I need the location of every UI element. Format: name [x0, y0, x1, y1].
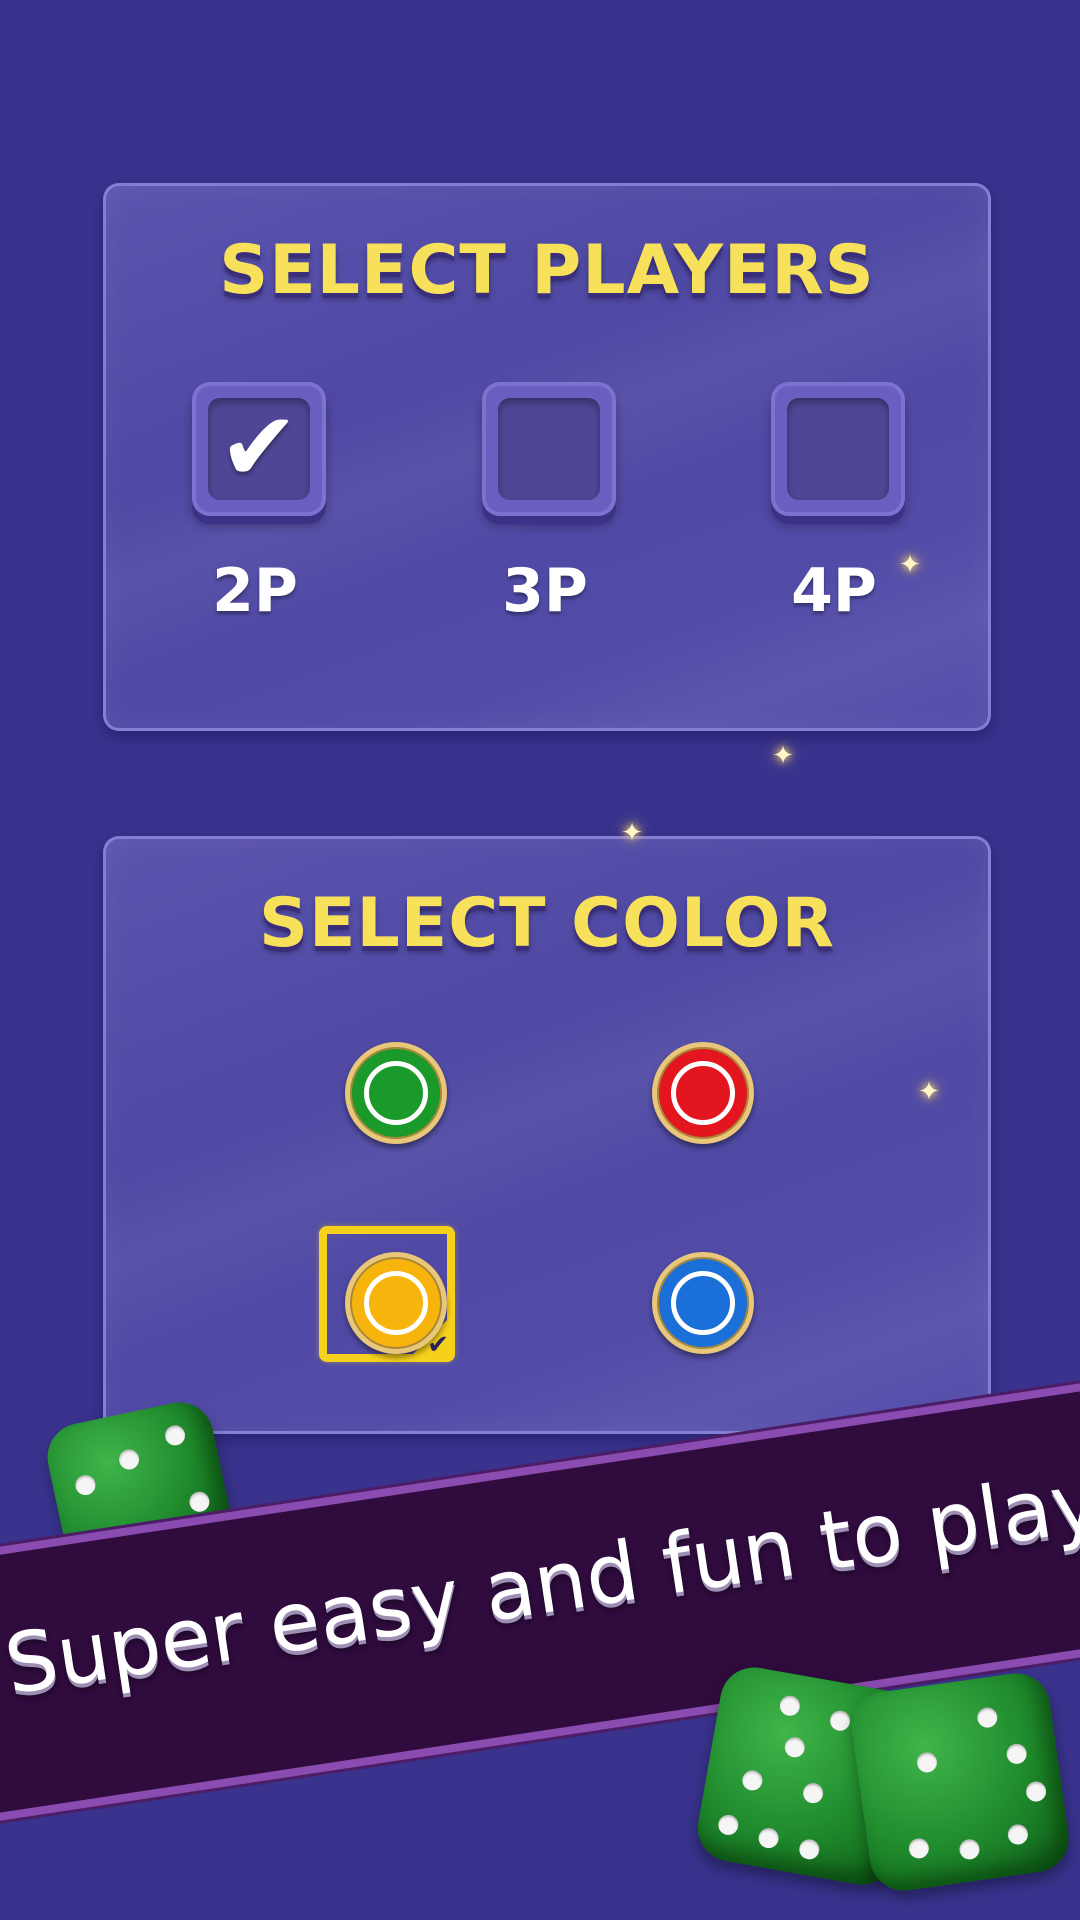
- die-pip: [778, 1694, 802, 1718]
- die-pip: [801, 1781, 825, 1805]
- die-pip: [907, 1837, 931, 1860]
- die-pip: [915, 1751, 939, 1774]
- dice-icon: [847, 1669, 1073, 1895]
- sparkle-icon: ✦: [621, 818, 643, 848]
- checkmark-icon: ✔: [218, 391, 300, 503]
- die-pip: [958, 1838, 981, 1861]
- blue-token-button[interactable]: [652, 1252, 754, 1354]
- die-pip: [1024, 1780, 1048, 1803]
- die-pip: [117, 1447, 141, 1472]
- player-4p-checkbox[interactable]: [771, 382, 905, 516]
- player-3p-label[interactable]: 3P: [445, 556, 645, 626]
- die-pip: [976, 1706, 999, 1729]
- die-pip: [828, 1709, 852, 1733]
- die-pip: [73, 1473, 98, 1497]
- die-pip: [187, 1489, 212, 1514]
- die-pip: [1006, 1823, 1030, 1846]
- token-ring-icon: [671, 1061, 735, 1125]
- die-pip: [1005, 1742, 1028, 1766]
- sparkle-icon: ✦: [899, 550, 921, 580]
- select-players-panel: SELECT PLAYERS ✔ 2P 3P 4P: [103, 183, 991, 731]
- die-pip: [163, 1423, 187, 1448]
- player-2p-label[interactable]: 2P: [155, 556, 355, 626]
- select-color-panel: SELECT COLOR ✔: [103, 836, 991, 1434]
- select-color-title: SELECT COLOR: [259, 884, 835, 963]
- green-token-button[interactable]: [345, 1042, 447, 1144]
- die-pip: [716, 1813, 740, 1837]
- die-pip: [783, 1735, 807, 1759]
- sparkle-icon: ✦: [772, 741, 794, 771]
- player-3p-checkbox[interactable]: [482, 382, 616, 516]
- token-ring-icon: [364, 1061, 428, 1125]
- sparkle-icon: ✦: [918, 1077, 940, 1107]
- token-ring-icon: [671, 1271, 735, 1335]
- checkbox-inner: [787, 398, 889, 500]
- die-pip: [757, 1826, 781, 1850]
- die-pip: [740, 1768, 764, 1792]
- player-2p-checkbox[interactable]: ✔: [192, 382, 326, 516]
- yellow-token-button[interactable]: [345, 1252, 447, 1354]
- die-pip: [797, 1837, 821, 1861]
- select-players-title: SELECT PLAYERS: [219, 231, 875, 310]
- checkbox-inner: [498, 398, 600, 500]
- token-ring-icon: [364, 1271, 428, 1335]
- red-token-button[interactable]: [652, 1042, 754, 1144]
